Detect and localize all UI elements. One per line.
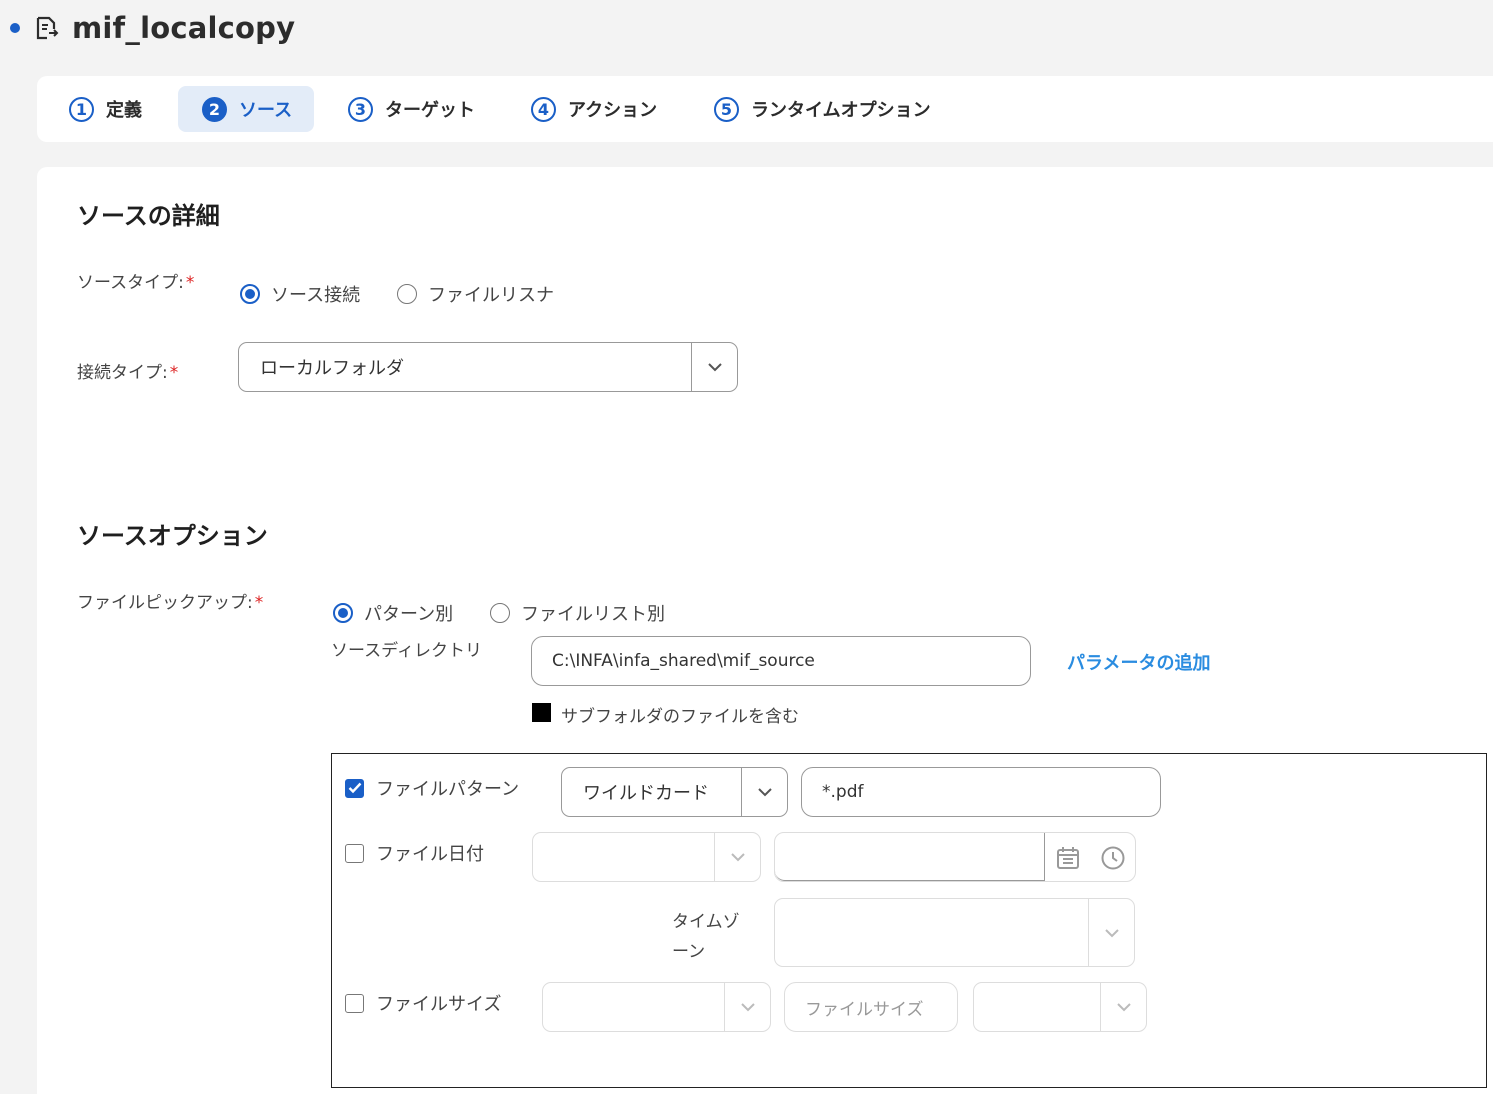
source-details-heading: ソースの詳細	[77, 202, 220, 230]
wizard-tabs: 1 定義 2 ソース 3 ターゲット 4 アクション 5 ランタイムオプション	[37, 76, 1493, 142]
tab-label: ソース	[239, 100, 293, 121]
tab-label: ランタイムオプション	[751, 100, 931, 121]
date-time-picker[interactable]	[774, 832, 1136, 882]
tab-label: アクション	[568, 100, 658, 121]
radio-circle-selected	[333, 603, 353, 623]
required-marker: *	[254, 593, 264, 613]
chevron-down-icon[interactable]	[691, 343, 737, 391]
date-condition-select[interactable]	[532, 832, 761, 882]
source-directory-input[interactable]: C:\INFA\infa_shared\mif_source	[531, 636, 1031, 686]
step-number: 4	[531, 96, 556, 122]
connection-type-label: 接続タイプ: *	[77, 363, 179, 383]
tab-label: 定義	[106, 100, 142, 121]
radio-source-connection[interactable]: ソース接続	[240, 281, 360, 307]
chevron-down-icon[interactable]	[714, 833, 760, 881]
chevron-down-icon[interactable]	[741, 768, 787, 816]
chevron-down-icon[interactable]	[1100, 983, 1146, 1031]
timezone-label: タイムゾ ーン	[672, 912, 740, 962]
tab-label: ターゲット	[385, 100, 475, 121]
chevron-down-icon[interactable]	[724, 983, 770, 1031]
task-document-icon	[36, 16, 59, 40]
source-directory-label: ソースディレクトリ	[331, 641, 482, 661]
status-dot	[10, 23, 20, 33]
tab-action[interactable]: 4 アクション	[499, 86, 679, 132]
step-number: 1	[69, 96, 94, 122]
radio-circle	[397, 284, 417, 304]
step-number: 2	[202, 96, 227, 122]
radio-circle	[490, 603, 510, 623]
required-marker: *	[169, 363, 179, 383]
size-unit-select[interactable]	[973, 982, 1147, 1032]
checkbox-unchecked	[345, 843, 364, 863]
radio-by-pattern[interactable]: パターン別	[333, 600, 453, 626]
clock-icon[interactable]	[1100, 845, 1126, 871]
tab-target[interactable]: 3 ターゲット	[316, 86, 497, 132]
file-pattern-checkbox[interactable]: ファイルパターン	[345, 775, 519, 801]
file-size-checkbox[interactable]: ファイルサイズ	[345, 990, 501, 1016]
pattern-type-select[interactable]: ワイルドカード	[561, 767, 788, 817]
source-options-heading: ソースオプション	[77, 522, 268, 550]
file-pickup-label: ファイルピックアップ: *	[77, 593, 264, 613]
include-subfolders-checkbox[interactable]	[532, 703, 551, 722]
source-type-label: ソースタイプ: *	[77, 273, 195, 293]
checkbox-checked	[345, 778, 364, 798]
tab-definition[interactable]: 1 定義	[37, 86, 164, 132]
date-input[interactable]	[775, 833, 1045, 881]
checkbox-unchecked	[345, 993, 364, 1013]
timezone-select[interactable]	[774, 898, 1135, 967]
radio-circle-selected	[240, 284, 260, 304]
chevron-down-icon[interactable]	[1088, 899, 1134, 966]
step-number: 5	[714, 96, 739, 122]
add-parameter-link[interactable]: パラメータの追加	[1067, 649, 1210, 675]
required-marker: *	[185, 273, 195, 293]
include-subfolders-label: サブフォルダのファイルを含む	[561, 707, 799, 727]
radio-file-listener[interactable]: ファイルリスナ	[397, 281, 554, 307]
radio-by-file-list[interactable]: ファイルリスト別	[490, 600, 665, 626]
size-condition-select[interactable]	[542, 982, 771, 1032]
tab-source[interactable]: 2 ソース	[178, 86, 315, 132]
tab-runtime-options[interactable]: 5 ランタイムオプション	[682, 86, 953, 132]
file-size-input[interactable]: ファイルサイズ	[784, 982, 958, 1032]
page-title: mif_localcopy	[72, 11, 296, 45]
calendar-icon[interactable]	[1055, 845, 1081, 871]
file-pattern-input[interactable]: *.pdf	[801, 767, 1161, 817]
step-number: 3	[348, 96, 373, 122]
connection-type-select[interactable]: ローカルフォルダ	[238, 342, 738, 392]
title-row: mif_localcopy	[10, 8, 295, 48]
file-date-checkbox[interactable]: ファイル日付	[345, 840, 484, 866]
